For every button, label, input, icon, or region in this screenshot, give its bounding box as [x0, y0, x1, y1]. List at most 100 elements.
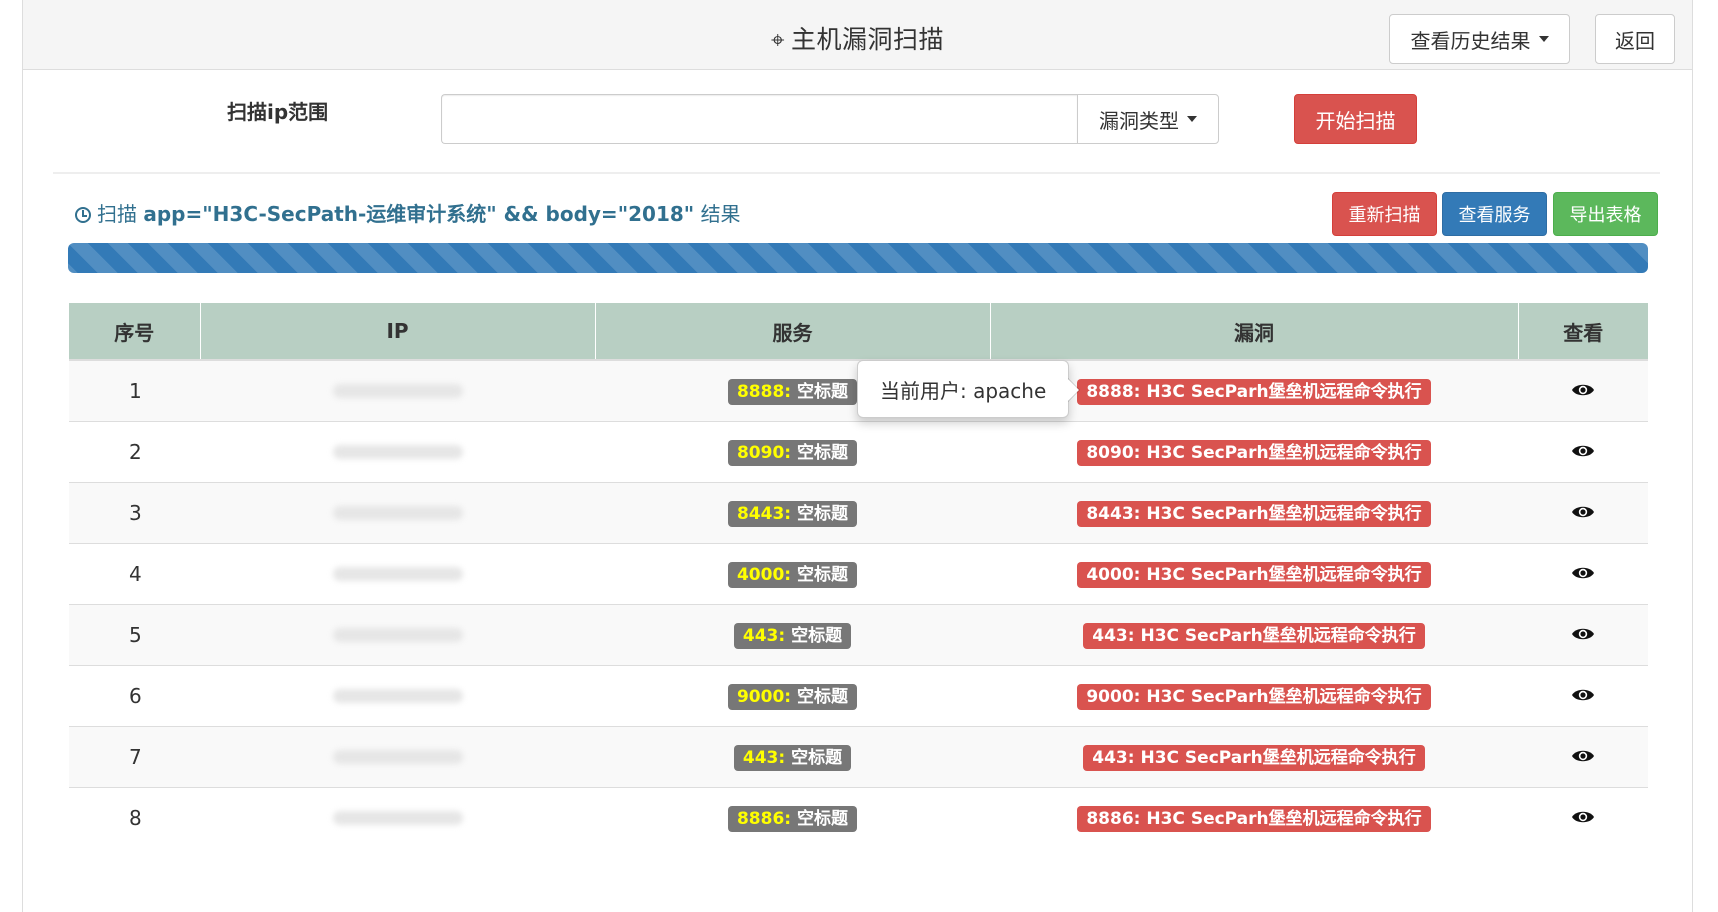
service-label[interactable]: 9000: 空标题 — [727, 683, 858, 710]
header-vuln: 漏洞 — [990, 303, 1519, 361]
eye-icon[interactable] — [1571, 809, 1595, 825]
row-ip — [200, 787, 595, 848]
vuln-label[interactable]: 443: H3C SecParh堡垒机远程命令执行 — [1083, 622, 1425, 649]
row-view — [1518, 604, 1648, 666]
row-view — [1518, 543, 1648, 605]
service-label[interactable]: 8886: 空标题 — [727, 805, 858, 832]
rescan-button[interactable]: 重新扫描 — [1332, 192, 1437, 236]
service-title: 空标题 — [797, 564, 849, 585]
clock-icon — [75, 207, 91, 223]
row-service: 4000: 空标题 — [595, 543, 990, 605]
vuln-label[interactable]: 8886: H3C SecParh堡垒机远程命令执行 — [1077, 805, 1431, 832]
row-ip — [200, 543, 595, 605]
chevron-down-icon — [1538, 36, 1549, 42]
vuln-label[interactable]: 8888: H3C SecParh堡垒机远程命令执行 — [1077, 378, 1431, 405]
vuln-type-dropdown[interactable]: 漏洞类型 — [1077, 94, 1219, 144]
eye-icon[interactable] — [1571, 687, 1595, 703]
popover-text: 当前用户: apache — [880, 378, 1047, 403]
current-user-popover: 当前用户: apache — [857, 360, 1080, 418]
service-label[interactable]: 443: 空标题 — [733, 744, 852, 771]
row-index: 8 — [69, 787, 200, 848]
service-title: 空标题 — [791, 625, 843, 646]
vuln-label[interactable]: 443: H3C SecParh堡垒机远程命令执行 — [1083, 744, 1425, 771]
row-vuln: 9000: H3C SecParh堡垒机远程命令执行 — [990, 665, 1518, 727]
blurred-ip — [332, 445, 463, 459]
service-title: 空标题 — [797, 686, 849, 707]
table-row: 7 443: 空标题 443: H3C SecParh堡垒机远程命令执行 — [69, 726, 1648, 788]
header-service: 服务 — [595, 303, 991, 361]
row-index: 5 — [69, 604, 200, 666]
table-row: 4 4000: 空标题 4000: H3C SecParh堡垒机远程命令执行 — [69, 543, 1648, 605]
eye-icon[interactable] — [1571, 748, 1595, 764]
vuln-label[interactable]: 4000: H3C SecParh堡垒机远程命令执行 — [1077, 561, 1431, 588]
view-services-label: 查看服务 — [1458, 205, 1531, 226]
row-ip — [200, 359, 595, 422]
service-label[interactable]: 4000: 空标题 — [727, 561, 858, 588]
row-index: 7 — [69, 726, 200, 788]
row-service: 443: 空标题 — [595, 726, 990, 788]
row-service: 8443: 空标题 — [595, 482, 990, 544]
row-vuln: 443: H3C SecParh堡垒机远程命令执行 — [990, 604, 1518, 666]
row-ip — [200, 665, 595, 727]
service-port: 443: — [742, 625, 786, 646]
scan-ip-range-input[interactable] — [441, 94, 1077, 144]
service-label[interactable]: 8443: 空标题 — [727, 500, 858, 527]
history-results-dropdown[interactable]: 查看历史结果 — [1389, 14, 1570, 64]
service-port: 9000: — [736, 686, 792, 707]
crosshair-icon: ⌖ — [770, 26, 785, 54]
blurred-ip — [332, 689, 463, 703]
row-index: 4 — [69, 543, 200, 605]
back-button[interactable]: 返回 — [1595, 14, 1675, 64]
row-service: 9000: 空标题 — [595, 665, 990, 727]
vuln-label[interactable]: 9000: H3C SecParh堡垒机远程命令执行 — [1077, 683, 1431, 710]
header-index: 序号 — [69, 303, 201, 361]
result-query: app="H3C-SecPath-运维审计系统" && body="2018" — [143, 202, 695, 226]
service-title: 空标题 — [797, 381, 849, 402]
row-view — [1518, 359, 1648, 422]
row-view — [1518, 726, 1648, 788]
header-view: 查看 — [1518, 303, 1648, 361]
service-title: 空标题 — [797, 808, 849, 829]
eye-icon[interactable] — [1571, 504, 1595, 520]
row-vuln: 4000: H3C SecParh堡垒机远程命令执行 — [990, 543, 1518, 605]
service-label[interactable]: 8090: 空标题 — [727, 439, 858, 466]
row-service: 8886: 空标题 — [595, 787, 990, 848]
vuln-label[interactable]: 8090: H3C SecParh堡垒机远程命令执行 — [1077, 439, 1431, 466]
row-vuln: 8443: H3C SecParh堡垒机远程命令执行 — [990, 482, 1518, 544]
scan-progress-bar — [68, 243, 1648, 273]
history-results-label: 查看历史结果 — [1410, 28, 1531, 53]
vuln-label[interactable]: 8443: H3C SecParh堡垒机远程命令执行 — [1077, 500, 1431, 527]
divider — [53, 172, 1660, 174]
header-ip: IP — [200, 303, 596, 361]
eye-icon[interactable] — [1571, 443, 1595, 459]
service-port: 8886: — [736, 808, 792, 829]
eye-icon[interactable] — [1571, 382, 1595, 398]
service-title: 空标题 — [791, 747, 843, 768]
service-title: 空标题 — [797, 503, 849, 524]
service-label[interactable]: 443: 空标题 — [733, 622, 852, 649]
eye-icon[interactable] — [1571, 565, 1595, 581]
export-table-label: 导出表格 — [1569, 205, 1642, 226]
blurred-ip — [332, 811, 463, 825]
service-label[interactable]: 8888: 空标题 — [727, 378, 858, 405]
row-vuln: 8090: H3C SecParh堡垒机远程命令执行 — [990, 421, 1518, 483]
service-port: 8888: — [736, 381, 792, 402]
export-table-button[interactable]: 导出表格 — [1553, 192, 1658, 236]
result-prefix: 扫描 — [97, 202, 137, 226]
start-scan-button[interactable]: 开始扫描 — [1294, 94, 1417, 144]
row-index: 3 — [69, 482, 200, 544]
service-port: 8090: — [736, 442, 792, 463]
blurred-ip — [332, 506, 463, 520]
row-ip — [200, 604, 595, 666]
eye-icon[interactable] — [1571, 626, 1595, 642]
row-ip — [200, 421, 595, 483]
row-vuln: 8886: H3C SecParh堡垒机远程命令执行 — [990, 787, 1518, 848]
table-row: 6 9000: 空标题 9000: H3C SecParh堡垒机远程命令执行 — [69, 665, 1648, 727]
vuln-type-label: 漏洞类型 — [1099, 108, 1179, 133]
row-view — [1518, 665, 1648, 727]
table-row: 5 443: 空标题 443: H3C SecParh堡垒机远程命令执行 — [69, 604, 1648, 666]
row-index: 6 — [69, 665, 200, 727]
table-row: 2 8090: 空标题 8090: H3C SecParh堡垒机远程命令执行 — [69, 421, 1648, 483]
result-title: 扫描 app="H3C-SecPath-运维审计系统" && body="201… — [75, 198, 741, 227]
view-services-button[interactable]: 查看服务 — [1442, 192, 1547, 236]
